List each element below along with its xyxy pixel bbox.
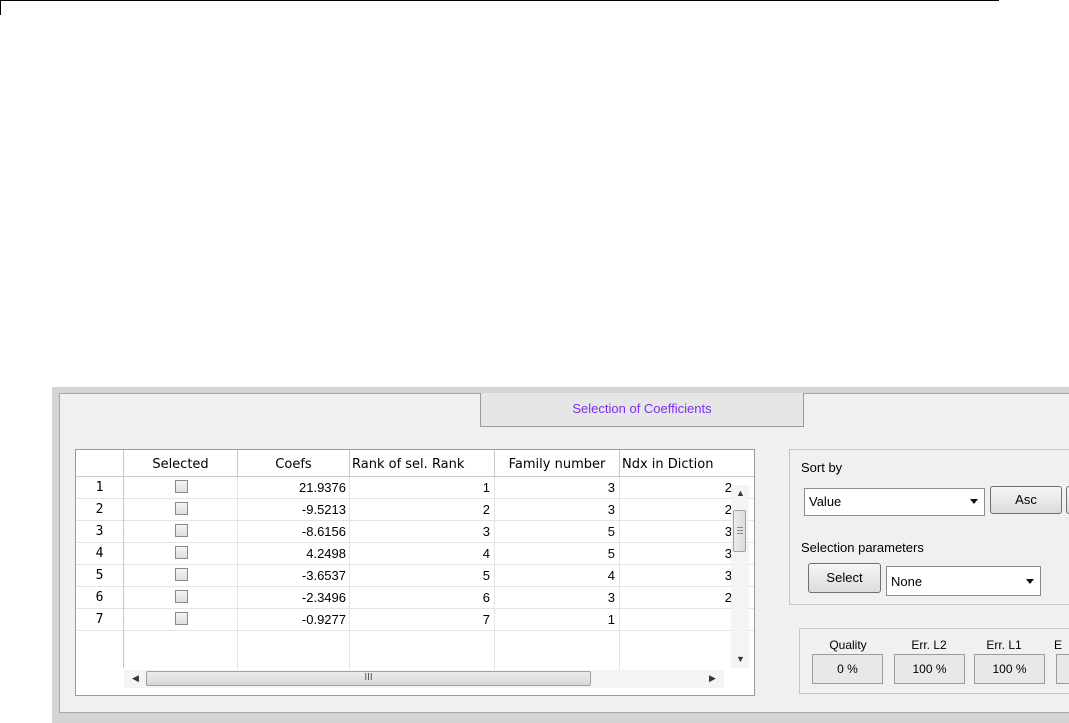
metric-4-label: E (1054, 638, 1063, 652)
family-cell: 4 (607, 568, 615, 583)
row-number: 3 (76, 521, 124, 543)
ndx-cell: 2 (724, 502, 732, 517)
panel-title: Selection of Coefficients (480, 393, 804, 427)
row-number: 1 (76, 477, 124, 499)
ndx-cell: 2 (724, 590, 732, 605)
quality-value: 0 % (812, 654, 883, 684)
selection-parameters-label: Selection parameters (801, 540, 924, 555)
scroll-up-arrow-icon[interactable]: ▲ (736, 488, 745, 498)
select-button[interactable]: Select (808, 563, 881, 593)
selected-checkbox[interactable] (175, 568, 188, 581)
family-cell: 3 (607, 480, 615, 495)
coef-cell: 21.9376 (299, 480, 346, 495)
row-number: 6 (76, 587, 124, 609)
coef-cell: -2.3496 (301, 590, 346, 605)
top-border-line (0, 0, 999, 1)
table-row[interactable]: 3 -8.6156 3 5 3 (76, 521, 754, 543)
scroll-down-arrow-icon[interactable]: ▼ (736, 654, 745, 664)
coef-cell: -0.9277 (301, 612, 346, 627)
family-cell: 3 (607, 502, 615, 517)
row-number: 4 (76, 543, 124, 565)
header-rank: Rank (431, 457, 465, 472)
selected-checkbox[interactable] (175, 524, 188, 537)
header-ndx-in-diction[interactable]: Ndx in Diction (620, 450, 732, 476)
header-rank-of-sel-rank[interactable]: Rank of sel. Rank (350, 450, 495, 476)
rank-cell: 3 (482, 524, 490, 539)
scroll-right-arrow-icon[interactable]: ▶ (709, 673, 716, 684)
header-coefs[interactable]: Coefs (238, 450, 350, 476)
table-row[interactable]: 7 -0.9277 7 1 (76, 609, 754, 631)
selected-checkbox[interactable] (175, 502, 188, 515)
sort-by-label: Sort by (801, 460, 843, 475)
rank-cell: 2 (482, 502, 490, 517)
family-cell: 5 (607, 524, 615, 539)
table-vertical-scrollbar[interactable]: ▲ ▼ (731, 485, 749, 668)
selected-checkbox[interactable] (175, 612, 188, 625)
ndx-cell: 3 (724, 568, 732, 583)
metric-4-value (1056, 654, 1069, 684)
family-cell: 5 (607, 546, 615, 561)
horizontal-scroll-thumb[interactable]: III (146, 671, 591, 686)
rank-cell: 5 (482, 568, 490, 583)
row-number: 7 (76, 609, 124, 631)
asc-button[interactable]: Asc (990, 486, 1062, 514)
ndx-cell: 3 (724, 546, 732, 561)
selection-value: None (891, 574, 923, 589)
row-number: 5 (76, 565, 124, 587)
err-l1-label: Err. L1 (986, 638, 1022, 652)
family-cell: 3 (607, 590, 615, 605)
header-family-number[interactable]: Family number (495, 450, 620, 476)
coef-cell: -8.6156 (301, 524, 346, 539)
table-row[interactable]: 4 4.2498 4 5 3 (76, 543, 754, 565)
chevron-down-icon[interactable] (1026, 579, 1034, 584)
vertical-scroll-thumb[interactable] (733, 510, 746, 552)
err-l1-value: 100 % (974, 654, 1045, 684)
selection-parameters-dropdown[interactable]: None (886, 566, 1041, 596)
selected-checkbox[interactable] (175, 480, 188, 493)
err-l2-value: 100 % (894, 654, 965, 684)
coefficients-table[interactable]: Selected Coefs Rank of sel. Rank Family … (75, 449, 755, 696)
coef-cell: 4.2498 (306, 546, 346, 561)
rank-cell: 1 (482, 480, 490, 495)
chevron-down-icon[interactable] (970, 499, 978, 504)
ndx-cell: 2 (724, 480, 732, 495)
table-row[interactable]: 5 -3.6537 5 4 3 (76, 565, 754, 587)
table-row[interactable]: 2 -9.5213 2 3 2 (76, 499, 754, 521)
scroll-left-arrow-icon[interactable]: ◀ (132, 673, 139, 684)
quality-label: Quality (829, 638, 867, 652)
family-cell: 1 (607, 612, 615, 627)
header-rank-of-sel: Rank of sel. (352, 457, 428, 472)
grip-line (737, 530, 743, 531)
header-selected[interactable]: Selected (124, 450, 238, 476)
row-number: 2 (76, 499, 124, 521)
sort-by-value: Value (809, 494, 842, 509)
err-l2-label: Err. L2 (911, 638, 947, 652)
grip-line (737, 533, 743, 534)
table-header: Selected Coefs Rank of sel. Rank Family … (76, 450, 754, 477)
selected-checkbox[interactable] (175, 546, 188, 559)
sort-by-dropdown[interactable]: Value (804, 488, 985, 516)
top-left-corner-line (0, 0, 1, 15)
table-row[interactable]: 1 21.9376 1 3 2 (76, 477, 754, 499)
header-corner (76, 450, 124, 476)
rank-cell: 4 (482, 546, 490, 561)
grip-line (737, 527, 743, 528)
table-horizontal-scrollbar[interactable]: ◀ III ▶ (124, 670, 724, 688)
ndx-cell: 3 (724, 524, 732, 539)
table-row-empty (76, 631, 754, 668)
rank-cell: 7 (482, 612, 490, 627)
coef-cell: -9.5213 (301, 502, 346, 517)
ndx-cell (620, 609, 732, 631)
rank-cell: 6 (482, 590, 490, 605)
selected-checkbox[interactable] (175, 590, 188, 603)
coef-cell: -3.6537 (301, 568, 346, 583)
table-row[interactable]: 6 -2.3496 6 3 2 (76, 587, 754, 609)
row-number-empty (76, 631, 124, 668)
